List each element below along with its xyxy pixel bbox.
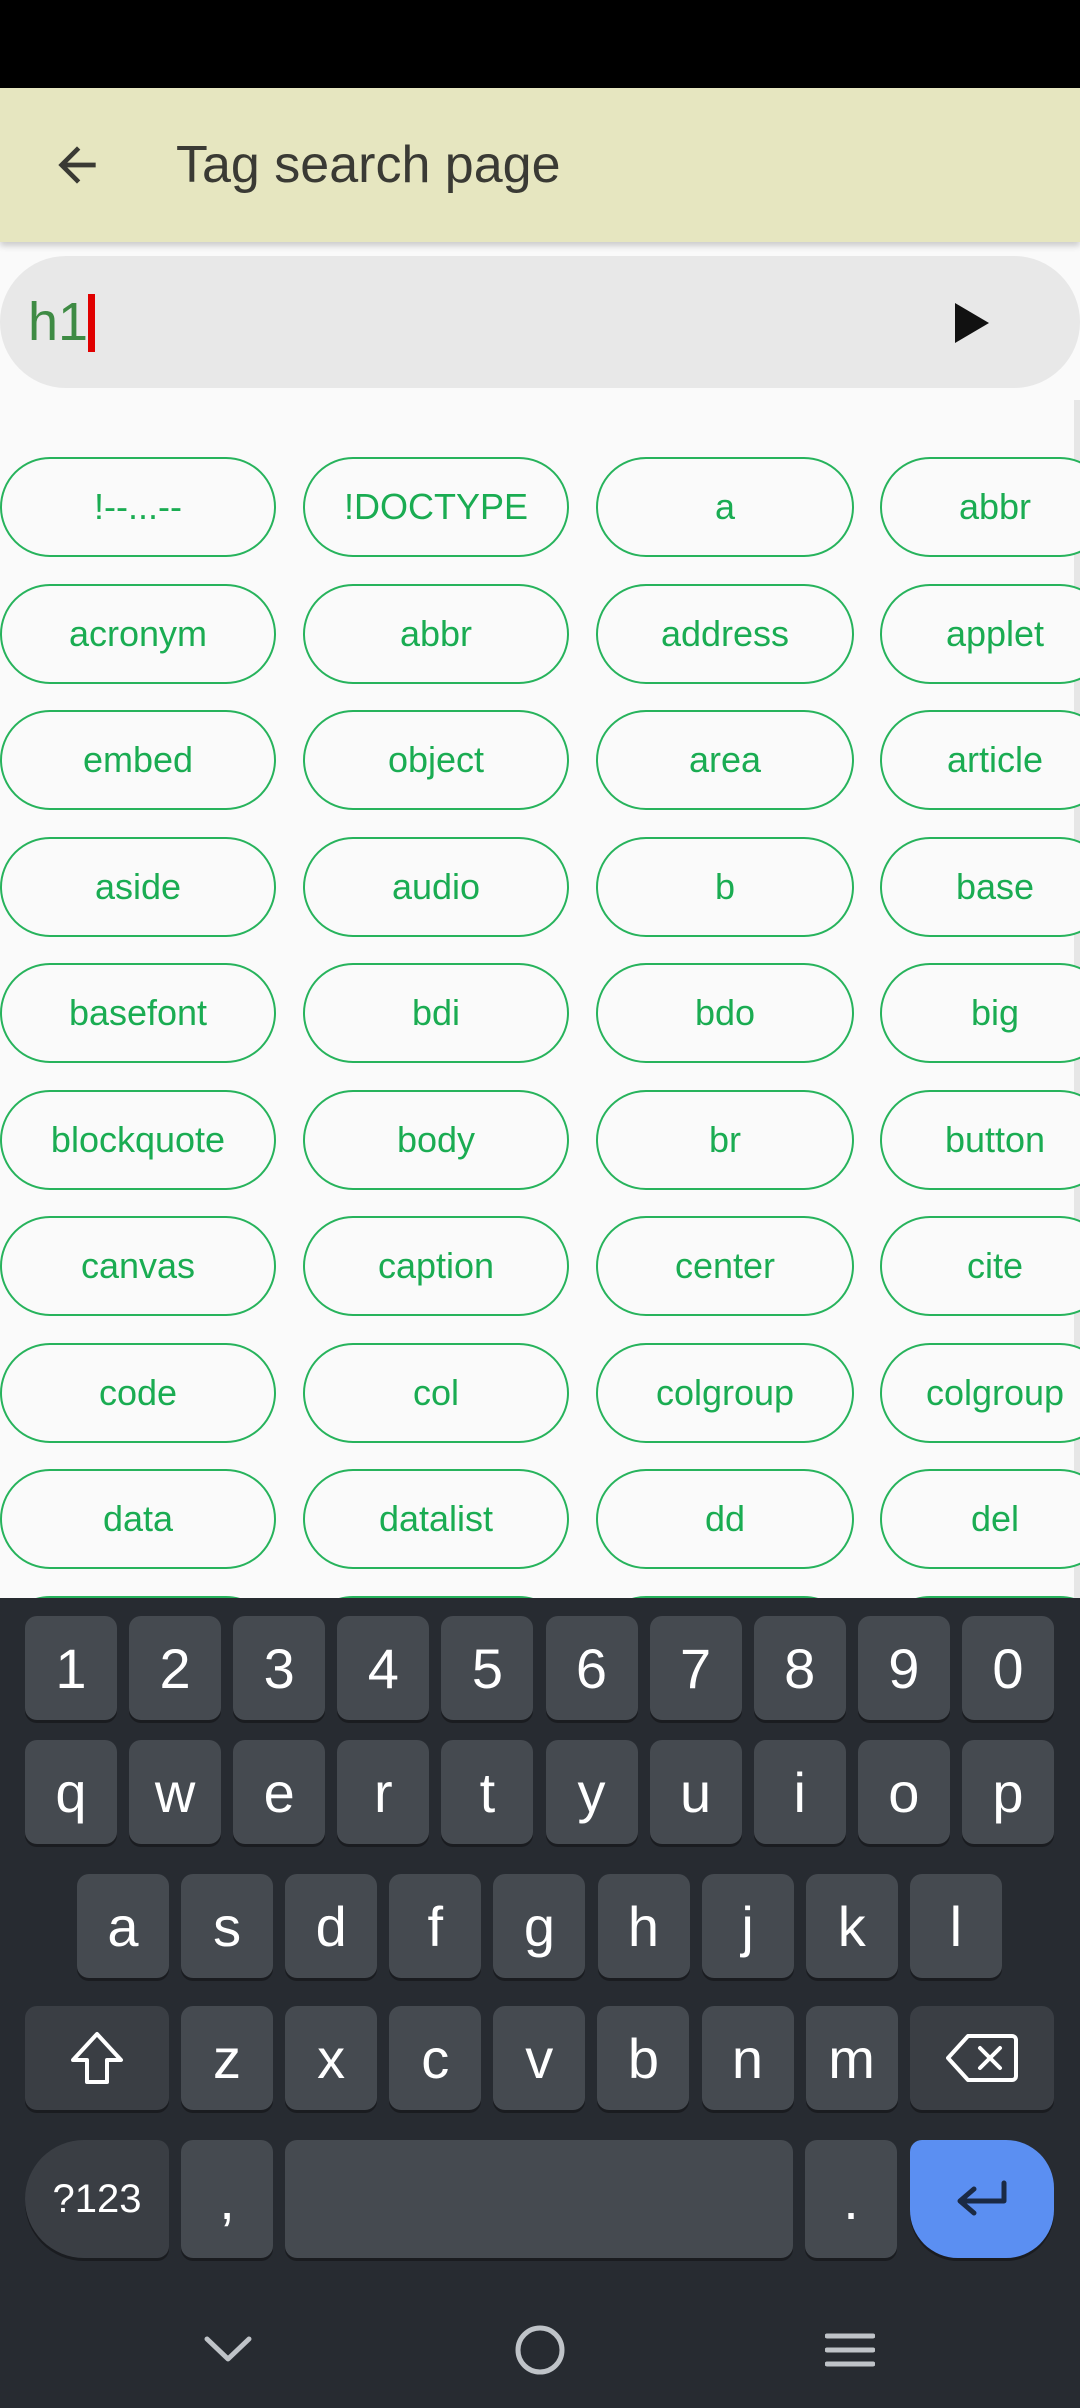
key-x[interactable]: x [285, 2006, 378, 2110]
tag-chip[interactable]: caption [303, 1216, 569, 1316]
shift-icon [71, 2032, 123, 2084]
tag-chip[interactable]: embed [0, 710, 276, 810]
key-y[interactable]: y [545, 1740, 638, 1844]
key-t[interactable]: t [441, 1740, 534, 1844]
tag-chip[interactable]: article [880, 710, 1080, 810]
key-m[interactable]: m [805, 2006, 898, 2110]
tag-chip[interactable]: acronym [0, 583, 276, 684]
tag-chip[interactable]: base [880, 836, 1080, 937]
search-bar[interactable]: h1 [0, 256, 1080, 388]
home-circle-icon [515, 2325, 565, 2375]
key-7[interactable]: 7 [649, 1616, 742, 1720]
key-l[interactable]: l [909, 1874, 1002, 1978]
app-bar: Tag search page [0, 88, 1080, 242]
key-r[interactable]: r [337, 1740, 430, 1844]
key-s[interactable]: s [181, 1874, 274, 1978]
tag-chip[interactable]: aside [0, 836, 276, 937]
tag-chip[interactable]: object [303, 710, 569, 810]
backspace-icon [946, 2034, 1018, 2082]
nav-back-button[interactable] [188, 2310, 268, 2390]
key-a[interactable]: a [77, 1874, 169, 1978]
tag-chip[interactable]: del [880, 1469, 1080, 1569]
key-h[interactable]: h [597, 1874, 690, 1978]
tag-chip[interactable]: code [0, 1342, 276, 1443]
key-0[interactable]: 0 [961, 1616, 1054, 1720]
tag-chip[interactable]: big [880, 963, 1080, 1063]
key-3[interactable]: 3 [233, 1616, 326, 1720]
key-9[interactable]: 9 [857, 1616, 950, 1720]
page-title: Tag search page [176, 136, 561, 194]
key-e[interactable]: e [233, 1740, 326, 1844]
key-1[interactable]: 1 [25, 1616, 117, 1720]
enter-key[interactable] [910, 2140, 1054, 2258]
key-8[interactable]: 8 [753, 1616, 846, 1720]
key-q[interactable]: q [25, 1740, 117, 1844]
tag-chip[interactable]: data [0, 1469, 276, 1569]
tag-chip[interactable]: body [303, 1089, 569, 1190]
nav-menu-button[interactable] [810, 2310, 890, 2390]
key-k[interactable]: k [805, 1874, 898, 1978]
key-i[interactable]: i [753, 1740, 846, 1844]
play-icon [955, 303, 989, 343]
tag-chip[interactable]: bdo [596, 963, 854, 1063]
backspace-key[interactable] [910, 2006, 1054, 2110]
text-caret [88, 294, 95, 352]
tag-chip[interactable]: b [596, 836, 854, 937]
key-n[interactable]: n [701, 2006, 794, 2110]
tag-chip[interactable]: br [596, 1089, 854, 1190]
key-6[interactable]: 6 [545, 1616, 638, 1720]
search-submit-button[interactable] [926, 278, 1016, 368]
tag-chip[interactable]: cite [880, 1216, 1080, 1316]
key-v[interactable]: v [493, 2006, 586, 2110]
key-b[interactable]: b [597, 2006, 690, 2110]
back-button[interactable] [30, 118, 124, 212]
key-d[interactable]: d [285, 1874, 378, 1978]
key-4[interactable]: 4 [337, 1616, 430, 1720]
symbols-key[interactable]: ?123 [25, 2140, 169, 2258]
tag-chip[interactable]: canvas [0, 1216, 276, 1316]
key-f[interactable]: f [389, 1874, 482, 1978]
key-c[interactable]: c [389, 2006, 482, 2110]
tag-chip[interactable]: center [596, 1216, 854, 1316]
navigation-bar [0, 2292, 1080, 2408]
key-w[interactable]: w [129, 1740, 222, 1844]
chevron-down-icon [204, 2336, 252, 2362]
tag-chip[interactable]: bdi [303, 963, 569, 1063]
tag-chip[interactable]: !--...-- [0, 457, 276, 557]
tag-chip[interactable]: address [596, 583, 854, 684]
enter-icon [957, 2180, 1007, 2216]
nav-home-button[interactable] [500, 2310, 580, 2390]
tag-chip[interactable]: area [596, 710, 854, 810]
tag-chip[interactable]: abbr [880, 457, 1080, 557]
period-key[interactable]: . [805, 2140, 897, 2258]
tag-chip[interactable]: !DOCTYPE [303, 457, 569, 557]
key-j[interactable]: j [701, 1874, 794, 1978]
key-u[interactable]: u [649, 1740, 742, 1844]
key-p[interactable]: p [961, 1740, 1054, 1844]
tag-chip[interactable]: abbr [303, 583, 569, 684]
tag-chip[interactable]: basefont [0, 963, 276, 1063]
key-o[interactable]: o [857, 1740, 950, 1844]
space-key[interactable] [285, 2140, 793, 2258]
tag-chip[interactable]: colgroup [880, 1342, 1080, 1443]
tag-chip[interactable]: button [880, 1089, 1080, 1190]
arrow-left-icon [58, 146, 96, 184]
tag-chip[interactable]: colgroup [596, 1342, 854, 1443]
search-input[interactable]: h1 [28, 256, 88, 388]
tag-chip[interactable]: datalist [303, 1469, 569, 1569]
tag-chip[interactable]: audio [303, 836, 569, 937]
key-2[interactable]: 2 [129, 1616, 222, 1720]
key-z[interactable]: z [181, 2006, 273, 2110]
key-5[interactable]: 5 [441, 1616, 534, 1720]
tag-chip[interactable]: dd [596, 1469, 854, 1569]
menu-icon [825, 2333, 875, 2367]
tag-chip[interactable]: a [596, 457, 854, 557]
tag-chip[interactable]: applet [880, 583, 1080, 684]
tag-chip[interactable]: blockquote [0, 1089, 276, 1190]
soft-keyboard: 1 2 3 4 5 6 7 8 9 0 q w e r t y u i o p a s d f g h j k l z x c v b n m ?123… [0, 1598, 1080, 2292]
shift-key[interactable] [25, 2006, 169, 2110]
comma-key[interactable]: , [181, 2140, 273, 2258]
key-g[interactable]: g [493, 1874, 586, 1978]
tag-chip[interactable]: col [303, 1342, 569, 1443]
